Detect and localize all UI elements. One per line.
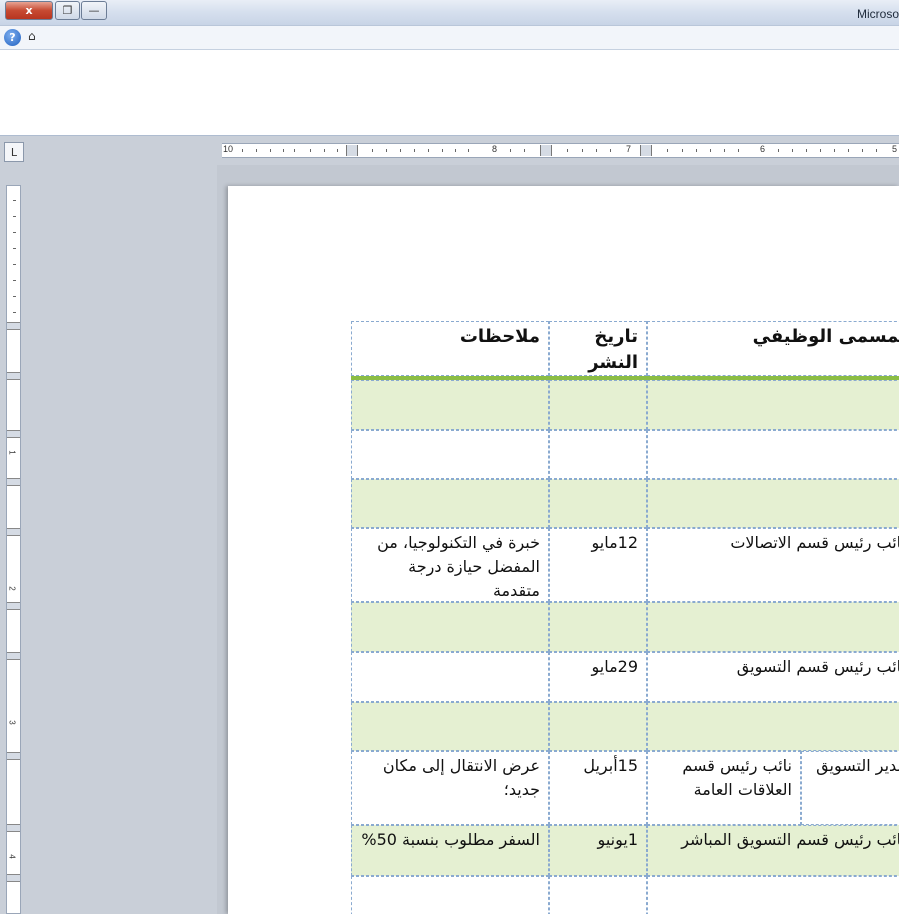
minimize-button[interactable]: — bbox=[81, 1, 107, 20]
cell-title[interactable] bbox=[647, 380, 899, 430]
table-row bbox=[351, 876, 899, 914]
vertical-ruler[interactable]: 1 2 3 4 bbox=[6, 185, 21, 914]
table-row bbox=[351, 479, 899, 528]
cell-notes[interactable] bbox=[351, 479, 549, 528]
window-title: Microso bbox=[856, 7, 899, 21]
ruler-row-marker[interactable] bbox=[7, 322, 20, 330]
table-row: خبرة في التكنولوجيا، من المفضل حيازة درج… bbox=[351, 528, 899, 602]
cell-date[interactable] bbox=[549, 430, 647, 479]
ribbon-tab-row: ? ⌂ bbox=[0, 26, 899, 50]
cell-notes[interactable]: خبرة في التكنولوجيا، من المفضل حيازة درج… bbox=[351, 528, 549, 602]
restore-button[interactable]: ❐ bbox=[55, 1, 80, 20]
cell-notes[interactable] bbox=[351, 430, 549, 479]
cell-title[interactable]: نائب رئيس قسم العلاقات العامة bbox=[647, 751, 801, 825]
header-date[interactable]: تاريخ النشر bbox=[549, 321, 647, 376]
table-row bbox=[351, 702, 899, 751]
ruler-row-marker[interactable] bbox=[7, 752, 20, 760]
header-notes[interactable]: ملاحظات bbox=[351, 321, 549, 376]
ribbon-area bbox=[0, 50, 899, 136]
cell-notes[interactable] bbox=[351, 602, 549, 652]
cell-title[interactable]: نائب رئيس قسم التسويق bbox=[647, 652, 899, 702]
cell-notes[interactable] bbox=[351, 652, 549, 702]
help-icon[interactable]: ? bbox=[4, 29, 21, 46]
cell-notes[interactable] bbox=[351, 380, 549, 430]
cell-date[interactable] bbox=[549, 876, 647, 914]
ruler-row-marker[interactable] bbox=[7, 372, 20, 380]
header-title[interactable]: لمسمى الوظيفي bbox=[647, 321, 899, 376]
cell-date[interactable]: 1يونيو bbox=[549, 825, 647, 876]
cell-title[interactable] bbox=[647, 876, 899, 914]
close-button[interactable]: x bbox=[5, 1, 53, 20]
table-row: السفر مطلوب بنسبة 50% 1يونيو نائب رئيس ق… bbox=[351, 825, 899, 876]
table-row: عرض الانتقال إلى مكان جديد؛ 15أبريل نائب… bbox=[351, 751, 899, 825]
cell-date[interactable]: 12مايو bbox=[549, 528, 647, 602]
horizontal-ruler[interactable]: 10 8 7 6 5 bbox=[222, 143, 899, 158]
tab-selector-button[interactable]: L bbox=[4, 142, 24, 162]
cell-notes[interactable]: السفر مطلوب بنسبة 50% bbox=[351, 825, 549, 876]
ruler-label: 10 bbox=[223, 144, 234, 154]
ruler-row-marker[interactable] bbox=[7, 478, 20, 486]
ruler-row-marker[interactable] bbox=[7, 430, 20, 438]
ruler-label: 1 bbox=[7, 450, 17, 455]
cell-date[interactable]: 15أبريل bbox=[549, 751, 647, 825]
ruler-label: 2 bbox=[7, 586, 17, 591]
ribbon-collapse-icon[interactable]: ⌂ bbox=[28, 29, 36, 43]
table-header-rule bbox=[351, 376, 899, 380]
cell-notes[interactable] bbox=[351, 702, 549, 751]
ruler-row-marker[interactable] bbox=[7, 602, 20, 610]
ruler-column-marker[interactable] bbox=[540, 145, 552, 156]
cell-title[interactable]: نائب رئيس قسم الاتصالات bbox=[647, 528, 899, 602]
ruler-row-marker[interactable] bbox=[7, 824, 20, 832]
table-row bbox=[351, 602, 899, 652]
ruler-row-marker[interactable] bbox=[7, 652, 20, 660]
table-row: 29مايو نائب رئيس قسم التسويق bbox=[351, 652, 899, 702]
cell-notes[interactable]: عرض الانتقال إلى مكان جديد؛ bbox=[351, 751, 549, 825]
ruler-column-marker[interactable] bbox=[640, 145, 652, 156]
title-bar: x ❐ — Microso bbox=[0, 0, 899, 26]
table-row bbox=[351, 430, 899, 479]
ruler-label: 7 bbox=[626, 144, 632, 154]
cell-date[interactable] bbox=[549, 479, 647, 528]
cell-title[interactable] bbox=[647, 430, 899, 479]
cell-title[interactable]: نائب رئيس قسم التسويق المباشر bbox=[647, 825, 899, 876]
cell-date[interactable] bbox=[549, 602, 647, 652]
ruler-label: 3 bbox=[7, 720, 17, 725]
ruler-row-marker[interactable] bbox=[7, 874, 20, 882]
cell-title[interactable]: مدير التسويق bbox=[801, 751, 899, 825]
cell-title[interactable] bbox=[647, 702, 899, 751]
cell-date[interactable]: 29مايو bbox=[549, 652, 647, 702]
table-row bbox=[351, 380, 899, 430]
cell-notes[interactable] bbox=[351, 876, 549, 914]
ruler-label: 4 bbox=[7, 854, 17, 859]
ruler-column-marker[interactable] bbox=[346, 145, 358, 156]
cell-title[interactable] bbox=[647, 479, 899, 528]
ruler-label: 5 bbox=[892, 144, 898, 154]
cell-date[interactable] bbox=[549, 702, 647, 751]
table-header-row: ملاحظات تاريخ النشر لمسمى الوظيفي bbox=[351, 321, 899, 376]
ruler-label: 6 bbox=[760, 144, 766, 154]
ruler-label: 8 bbox=[492, 144, 498, 154]
cell-title[interactable] bbox=[647, 602, 899, 652]
ruler-row-marker[interactable] bbox=[7, 528, 20, 536]
cell-date[interactable] bbox=[549, 380, 647, 430]
